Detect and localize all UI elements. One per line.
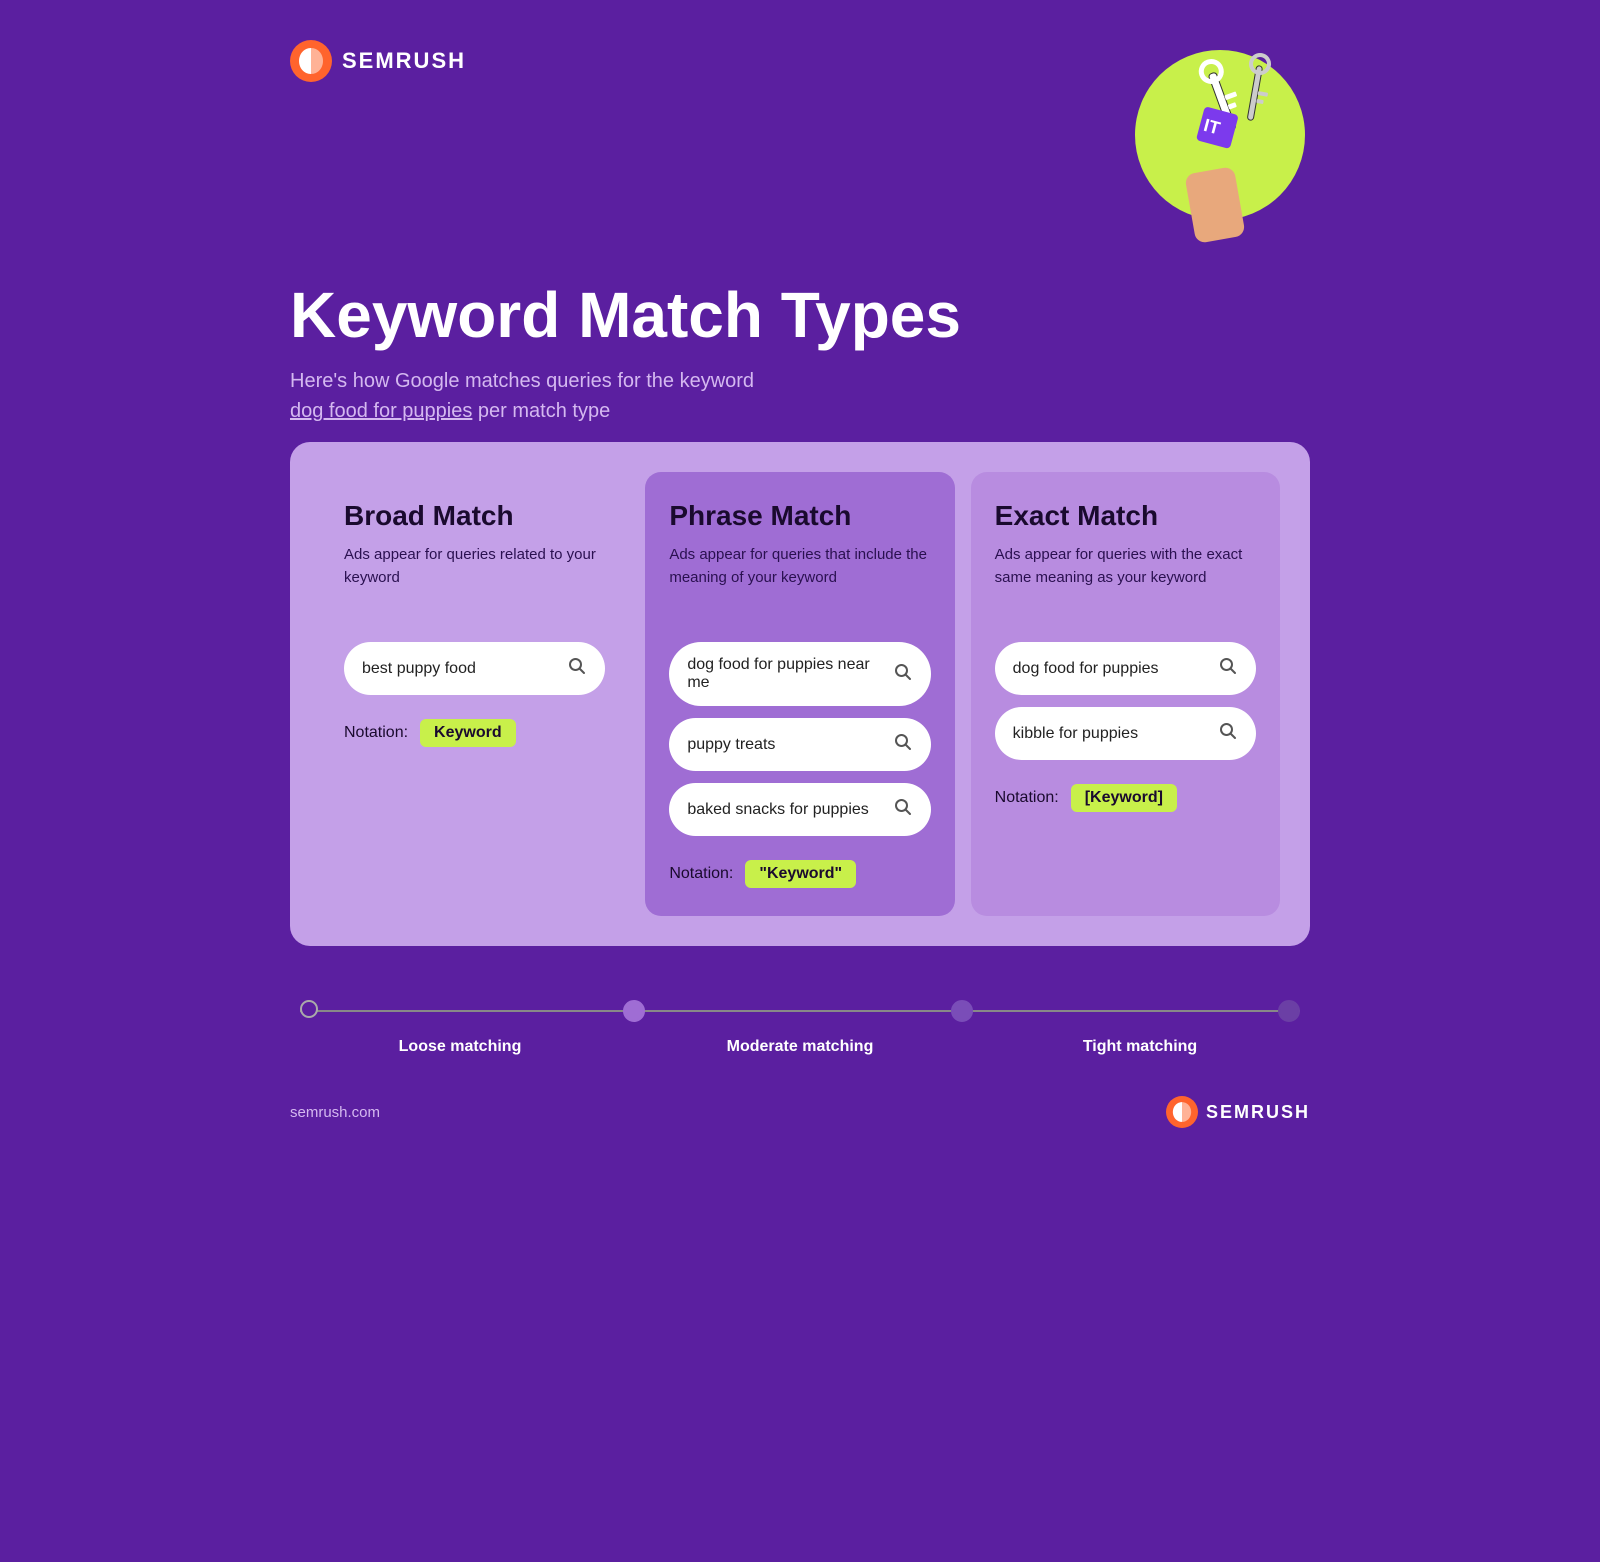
footer-url: semrush.com bbox=[290, 1104, 380, 1121]
exact-match-column: Exact Match Ads appear for queries with … bbox=[971, 472, 1280, 916]
exact-search-2: kibble for puppies bbox=[995, 707, 1256, 760]
subtitle-line1: Here's how Google matches queries for th… bbox=[290, 370, 754, 392]
broad-search-1: best puppy food bbox=[344, 642, 605, 695]
broad-notation-badge: Keyword bbox=[420, 719, 516, 747]
phrase-search-2-text: puppy treats bbox=[687, 736, 775, 754]
broad-match-desc: Ads appear for queries related to your k… bbox=[344, 544, 605, 614]
footer-logo-text: SEMRUSH bbox=[1206, 1102, 1310, 1123]
search-icon-3 bbox=[893, 732, 913, 757]
phrase-search-2: puppy treats bbox=[669, 718, 930, 771]
hero-illustration: IT bbox=[1100, 40, 1310, 250]
main-title: Keyword Match Types bbox=[290, 280, 1310, 350]
footer-logo-icon bbox=[1166, 1096, 1198, 1128]
search-icon-2 bbox=[893, 662, 913, 687]
phrase-search-3: baked snacks for puppies bbox=[669, 783, 930, 836]
broad-notation-label: Notation: bbox=[344, 724, 408, 742]
exact-search-2-text: kibble for puppies bbox=[1013, 725, 1138, 743]
exact-match-title: Exact Match bbox=[995, 500, 1256, 532]
phrase-notation-row: Notation: "Keyword" bbox=[669, 860, 930, 888]
semrush-logo-icon bbox=[290, 40, 332, 82]
exact-match-desc: Ads appear for queries with the exact sa… bbox=[995, 544, 1256, 614]
broad-notation-row: Notation: Keyword bbox=[344, 719, 605, 747]
timeline-dot-tight bbox=[1278, 1000, 1300, 1022]
broad-search-1-text: best puppy food bbox=[362, 660, 476, 678]
timeline-dot-loose bbox=[623, 1000, 645, 1022]
exact-notation-row: Notation: [Keyword] bbox=[995, 784, 1256, 812]
timeline-label-moderate: Moderate matching bbox=[630, 1038, 970, 1056]
exact-search-1: dog food for puppies bbox=[995, 642, 1256, 695]
phrase-search-3-text: baked snacks for puppies bbox=[687, 801, 868, 819]
exact-notation-badge: [Keyword] bbox=[1071, 784, 1177, 812]
timeline-labels: Loose matching Moderate matching Tight m… bbox=[290, 1038, 1310, 1056]
phrase-match-desc: Ads appear for queries that include the … bbox=[669, 544, 930, 614]
footer-logo: SEMRUSH bbox=[1166, 1096, 1310, 1128]
timeline-dot-moderate bbox=[951, 1000, 973, 1022]
phrase-match-title: Phrase Match bbox=[669, 500, 930, 532]
match-types-card: Broad Match Ads appear for queries relat… bbox=[290, 442, 1310, 946]
search-icon-1 bbox=[567, 656, 587, 681]
broad-match-title: Broad Match bbox=[344, 500, 605, 532]
exact-notation-label: Notation: bbox=[995, 789, 1059, 807]
subtitle-line2: per match type bbox=[472, 400, 610, 422]
timeline-dot-start bbox=[300, 1000, 318, 1018]
timeline-track bbox=[290, 996, 1310, 1026]
timeline-dots bbox=[300, 1000, 1300, 1022]
phrase-search-1: dog food for puppies near me bbox=[669, 642, 930, 706]
search-icon-4 bbox=[893, 797, 913, 822]
phrase-match-column: Phrase Match Ads appear for queries that… bbox=[645, 472, 954, 916]
search-icon-5 bbox=[1218, 656, 1238, 681]
phrase-notation-label: Notation: bbox=[669, 865, 733, 883]
footer: semrush.com SEMRUSH bbox=[290, 1096, 1310, 1128]
logo-text: SEMRUSH bbox=[342, 48, 466, 74]
title-section: Keyword Match Types Here's how Google ma… bbox=[290, 280, 1310, 426]
timeline-label-tight: Tight matching bbox=[970, 1038, 1310, 1056]
timeline-section: Loose matching Moderate matching Tight m… bbox=[290, 996, 1310, 1056]
timeline-label-loose: Loose matching bbox=[290, 1038, 630, 1056]
exact-search-1-text: dog food for puppies bbox=[1013, 660, 1159, 678]
search-icon-6 bbox=[1218, 721, 1238, 746]
phrase-search-1-text: dog food for puppies near me bbox=[687, 656, 892, 692]
logo: SEMRUSH bbox=[290, 40, 466, 82]
broad-match-column: Broad Match Ads appear for queries relat… bbox=[320, 472, 629, 916]
subtitle: Here's how Google matches queries for th… bbox=[290, 366, 1310, 426]
header: SEMRUSH IT bbox=[290, 40, 1310, 250]
phrase-notation-badge: "Keyword" bbox=[745, 860, 856, 888]
subtitle-keyword: dog food for puppies bbox=[290, 400, 472, 422]
